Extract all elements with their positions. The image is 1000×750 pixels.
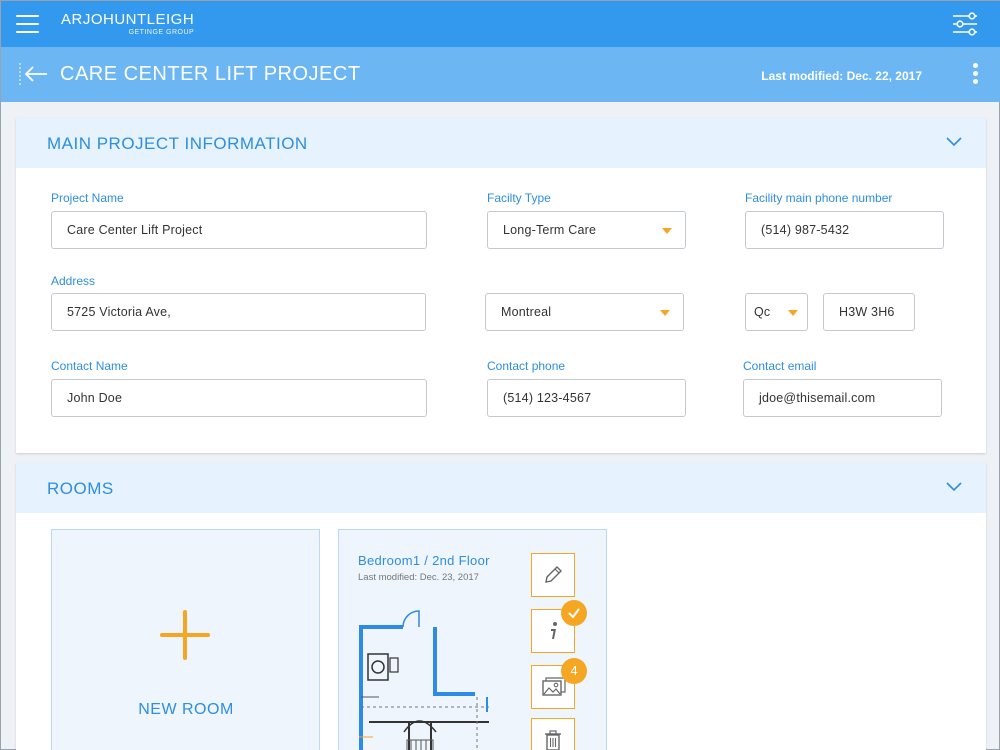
room-name: Bedroom1 / 2nd Floor: [358, 553, 490, 568]
page-title: CARE CENTER LIFT PROJECT: [60, 63, 361, 85]
main-project-info-card: MAIN PROJECT INFORMATION Project Name Ca…: [16, 118, 986, 453]
hamburger-menu-icon[interactable]: [16, 15, 39, 33]
brand-subtitle: GETINGE GROUP: [128, 29, 195, 36]
facility-type-label: Facilty Type: [487, 191, 551, 205]
facility-type-select[interactable]: Long-Term Care: [487, 211, 686, 249]
contact-phone-input[interactable]: (514) 123-4567: [487, 379, 686, 417]
filter-settings-icon[interactable]: [951, 12, 979, 36]
dropdown-caret-icon: [662, 228, 672, 234]
city-value: Montreal: [501, 305, 552, 319]
back-arrow-icon[interactable]: [19, 61, 49, 87]
info-icon: [551, 622, 557, 639]
dropdown-caret-icon: [788, 310, 798, 316]
facility-phone-label: Facility main phone number: [745, 191, 893, 205]
new-room-tile[interactable]: NEW ROOM: [51, 529, 320, 750]
project-name-label: Project Name: [51, 191, 124, 205]
postal-code-input[interactable]: H3W 3H6: [823, 293, 915, 331]
main-project-info-header[interactable]: MAIN PROJECT INFORMATION: [16, 118, 986, 168]
section-title: MAIN PROJECT INFORMATION: [47, 134, 308, 153]
room-card[interactable]: Bedroom1 / 2nd Floor Last modified: Dec.…: [338, 529, 607, 750]
new-room-label: NEW ROOM: [138, 701, 234, 718]
trash-icon: [545, 730, 561, 750]
section-title: ROOMS: [47, 479, 114, 498]
chevron-down-icon[interactable]: [946, 482, 962, 492]
photo-count-badge: 4: [561, 658, 587, 684]
contact-name-input[interactable]: John Doe: [51, 379, 427, 417]
plus-icon: [160, 610, 210, 660]
facility-phone-input[interactable]: (514) 987-5432: [745, 211, 944, 249]
floor-plan-image: [359, 610, 489, 750]
city-select[interactable]: Montreal: [485, 293, 684, 331]
delete-room-button[interactable]: [531, 718, 575, 750]
address-input[interactable]: 5725 Victoria Ave,: [51, 293, 426, 331]
contact-email-label: Contact email: [743, 359, 817, 373]
image-icon: [542, 677, 566, 696]
address-label: Address: [51, 274, 96, 288]
chevron-down-icon[interactable]: [946, 137, 962, 147]
facility-type-value: Long-Term Care: [503, 223, 597, 237]
contact-name-label: Contact Name: [51, 359, 128, 373]
province-select[interactable]: Qc: [745, 293, 808, 331]
pencil-icon: [545, 566, 562, 583]
title-bar: CARE CENTER LIFT PROJECT Last modified: …: [1, 47, 1000, 102]
rooms-header[interactable]: ROOMS: [16, 463, 986, 513]
check-icon: [561, 600, 587, 626]
contact-phone-label: Contact phone: [487, 359, 566, 373]
room-last-modified: Last modified: Dec. 23, 2017: [358, 572, 479, 583]
province-value: Qc: [754, 305, 771, 319]
brand-name: ARJOHUNTLEIGH: [61, 11, 195, 28]
more-vertical-icon[interactable]: [970, 63, 980, 87]
brand-logo: ARJOHUNTLEIGH GETINGE GROUP: [61, 11, 194, 36]
last-modified-text: Last modified: Dec. 22, 2017: [761, 69, 922, 83]
dropdown-caret-icon: [660, 310, 670, 316]
rooms-card: ROOMS NEW ROOM Bedroom1 / 2nd Floor Last…: [16, 463, 986, 750]
app-header: ARJOHUNTLEIGH GETINGE GROUP: [1, 1, 1000, 47]
project-name-input[interactable]: Care Center Lift Project: [51, 211, 427, 249]
edit-room-button[interactable]: [531, 553, 575, 597]
contact-email-input[interactable]: jdoe@thisemail.com: [743, 379, 942, 417]
